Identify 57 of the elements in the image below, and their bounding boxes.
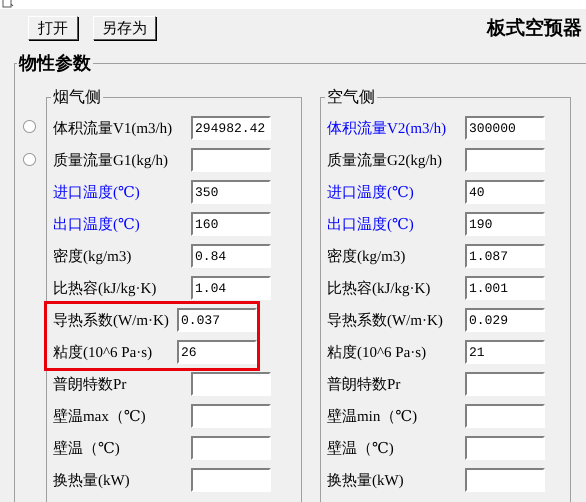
- input-field[interactable]: 1.04: [191, 276, 271, 300]
- field-label: 体积流量V2(m3/h): [327, 119, 448, 138]
- field-label: 粘度(10^6 Pa·s): [327, 343, 428, 362]
- field-label: 密度(kg/m3): [53, 247, 132, 266]
- input-field[interactable]: [191, 372, 271, 396]
- field-label: 壁温max（℃): [53, 407, 147, 426]
- field-label: 比热容(kJ/kg·K): [327, 279, 432, 298]
- input-field[interactable]: 0.029: [465, 308, 545, 332]
- section-title: 物性参数: [18, 52, 92, 75]
- input-field[interactable]: 40: [465, 180, 545, 204]
- input-field[interactable]: 190: [465, 212, 545, 236]
- input-field[interactable]: [465, 148, 545, 172]
- window-title: 板式空预器: [487, 16, 582, 41]
- field-label: 普朗特数Pr: [327, 375, 402, 394]
- field-label: 换热量(kW): [327, 472, 405, 490]
- field-label: 出口温度(℃): [327, 215, 415, 234]
- field-label: 体积流量V1(m3/h): [53, 119, 174, 138]
- field-label: 密度(kg/m3): [327, 247, 406, 266]
- input-field[interactable]: 1.087: [465, 244, 545, 268]
- input-field[interactable]: [465, 404, 545, 428]
- input-field[interactable]: [191, 148, 271, 172]
- input-field[interactable]: [465, 372, 545, 396]
- field-label: 质量流量G2(kg/h): [327, 151, 443, 170]
- input-field[interactable]: [465, 436, 545, 460]
- field-label: 导热系数(W/m·K): [327, 312, 444, 330]
- input-field[interactable]: [465, 468, 545, 492]
- field-label: 壁温min（℃): [327, 407, 418, 426]
- field-label: 换热量(kW): [53, 472, 131, 490]
- input-field[interactable]: 294982.42: [191, 116, 271, 140]
- input-field[interactable]: [191, 468, 271, 492]
- field-label: 比热容(kJ/kg·K): [53, 279, 158, 298]
- field-label: 壁温（℃): [327, 439, 395, 458]
- field-label: 进口温度(℃): [327, 183, 415, 202]
- input-field[interactable]: 21: [465, 340, 545, 364]
- field-label: 壁温（℃): [53, 439, 121, 458]
- toolbar-button[interactable]: 打开: [28, 16, 78, 40]
- group-title: 空气侧: [326, 88, 376, 108]
- field-label: 出口温度(℃): [53, 215, 141, 234]
- input-field[interactable]: 300000: [465, 116, 545, 140]
- input-field[interactable]: 350: [191, 180, 271, 204]
- input-field[interactable]: 26: [177, 340, 257, 364]
- radio-button[interactable]: [23, 120, 36, 133]
- input-field[interactable]: 1.001: [465, 276, 545, 300]
- group-title: 烟气侧: [52, 88, 102, 108]
- document-icon: [2, 0, 14, 9]
- field-label: 进口温度(℃): [53, 183, 141, 202]
- toolbar-button[interactable]: 另存为: [93, 16, 156, 40]
- field-label: 粘度(10^6 Pa·s): [53, 343, 154, 362]
- input-field[interactable]: [191, 404, 271, 428]
- field-label: 导热系数(W/m·K): [53, 312, 170, 330]
- field-label: 质量流量G1(kg/h): [53, 151, 169, 170]
- input-field[interactable]: 0.037: [177, 308, 257, 332]
- input-field[interactable]: 0.84: [191, 244, 271, 268]
- field-label: 普朗特数Pr: [53, 375, 128, 394]
- input-field[interactable]: 160: [191, 212, 271, 236]
- input-field[interactable]: [191, 436, 271, 460]
- radio-button[interactable]: [23, 153, 36, 166]
